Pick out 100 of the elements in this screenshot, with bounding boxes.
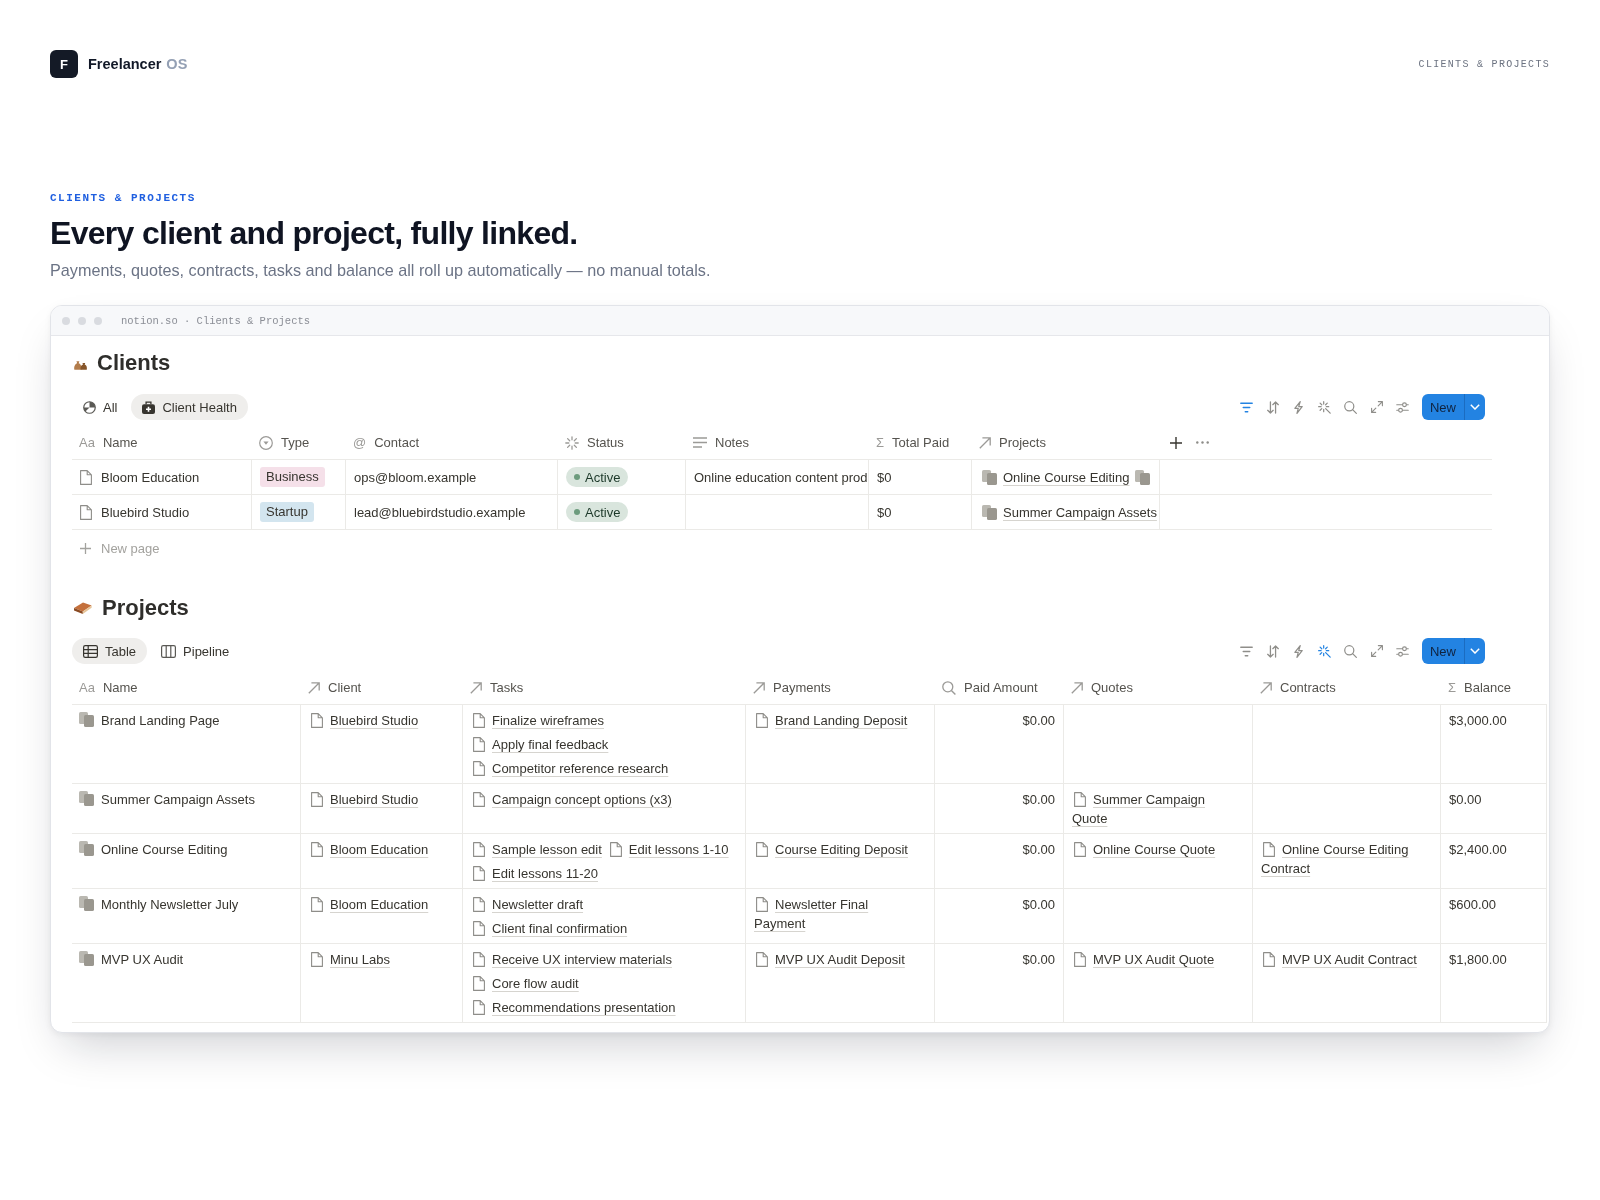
relation-link[interactable]: Bluebird Studio (309, 790, 419, 809)
relation-link[interactable]: Receive UX interview materials (471, 950, 672, 969)
relation-link[interactable]: Summer Campaign Quote (1072, 790, 1234, 828)
formula-value: $0 (877, 469, 892, 485)
column-header[interactable]: Notes (686, 426, 869, 459)
row-title[interactable]: Bluebird Studio (101, 504, 190, 520)
column-header[interactable]: Type (252, 426, 346, 459)
relation-link[interactable]: Summer Campaign Assets (980, 504, 1157, 520)
row-title[interactable]: MVP UX Audit (101, 952, 184, 967)
more-icon (1196, 441, 1209, 444)
column-header[interactable]: Projects (972, 426, 1160, 459)
view-tab[interactable]: Client Health (131, 394, 248, 420)
relation-link[interactable]: Finalize wireframes (471, 711, 604, 730)
relation-link[interactable]: MVP UX Audit Contract (1261, 950, 1417, 969)
column-header[interactable]: Σ Total Paid (869, 426, 972, 459)
rollup-value: $0.00 (1022, 713, 1055, 728)
relation-link[interactable]: Online Course Editing Contract (1261, 840, 1422, 878)
relation-link[interactable]: Newsletter draft (471, 895, 584, 914)
sigma-icon: Σ (876, 435, 885, 450)
status-label: Active (585, 504, 621, 520)
page-icon (1074, 792, 1086, 807)
formula-value: $0.00 (1449, 792, 1482, 807)
select-tag[interactable]: Startup (260, 502, 314, 522)
relation-link[interactable]: Sample lesson edit (471, 840, 602, 859)
page-icon (473, 921, 485, 936)
column-header[interactable]: Quotes (1064, 671, 1253, 704)
sigma-icon: Σ (1448, 680, 1457, 695)
relation-link[interactable]: Core flow audit (471, 974, 579, 993)
relation-link[interactable]: Brand Landing Deposit (754, 711, 908, 730)
page-icon (473, 842, 485, 857)
new-dropdown-button[interactable] (1464, 638, 1485, 664)
relation-link[interactable]: Online Course Quote (1072, 840, 1216, 859)
relation-link[interactable]: Competitor reference research (471, 759, 669, 778)
page-icon (473, 952, 485, 967)
relation-link[interactable]: Course Editing Deposit (754, 840, 908, 859)
arrow-up-right-icon (979, 436, 991, 449)
view-tab[interactable]: All (72, 394, 129, 420)
column-header[interactable]: Aa Name (72, 671, 301, 704)
column-header[interactable]: Client (301, 671, 463, 704)
row-title[interactable]: Bloom Education (101, 469, 200, 485)
brand-suffix: OS (166, 56, 188, 72)
page-icon (80, 504, 92, 520)
more-button[interactable] (1194, 439, 1211, 446)
relation-link[interactable]: MVP UX Audit Quote (1072, 950, 1215, 969)
relation-link[interactable]: Bluebird Studio (309, 711, 419, 730)
column-header[interactable]: @ Contact (346, 426, 558, 459)
relation-link[interactable]: Campaign concept options (x3) (471, 790, 672, 809)
select-tag[interactable]: Business (260, 467, 325, 487)
page-icon (473, 1000, 485, 1015)
relation-link[interactable]: Client final confirmation (471, 919, 628, 938)
page-icon (473, 737, 485, 752)
page-icon (473, 761, 485, 776)
column-header[interactable]: Tasks (463, 671, 746, 704)
page-icon (473, 897, 485, 912)
relation-link[interactable]: Bloom Education (309, 840, 429, 859)
page-icon (1074, 952, 1086, 967)
column-header[interactable]: Contracts (1253, 671, 1441, 704)
view-tab[interactable]: Table (72, 638, 148, 664)
row-title[interactable]: Monthly Newsletter July (101, 897, 239, 912)
arrow-up-right-icon (1260, 681, 1272, 694)
email-text: lead@bluebirdstudio.example (354, 504, 526, 520)
page-icon (756, 952, 768, 967)
plus-icon (1170, 436, 1182, 449)
row-title[interactable]: Brand Landing Page (101, 713, 220, 728)
new-dropdown-button[interactable] (1464, 394, 1485, 420)
column-header[interactable]: Status (558, 426, 686, 459)
relation-link[interactable]: MVP UX Audit Deposit (754, 950, 905, 969)
page-icon (609, 842, 622, 857)
column-header[interactable]: Payments (746, 671, 935, 704)
relation-link[interactable]: Edit lessons 1-10 (607, 840, 729, 859)
formula-value: $1,800.00 (1449, 952, 1507, 967)
add-column-button[interactable] (1168, 434, 1184, 451)
relation-link[interactable]: Newsletter Final Payment (754, 895, 916, 933)
relation-link[interactable]: Online Course Editing (980, 469, 1130, 485)
row-title[interactable]: Online Course Editing (101, 842, 228, 857)
chevron-down-icon (1470, 404, 1480, 410)
relation-link[interactable]: Bloom Education (309, 895, 429, 914)
new-button[interactable]: New (1422, 394, 1464, 420)
relation-link[interactable]: Recommendations presentation (471, 998, 676, 1017)
page-icon (1263, 952, 1275, 967)
pages-stack-icon (79, 841, 94, 856)
new-button[interactable]: New (1422, 638, 1464, 664)
pages-stack-icon (982, 469, 997, 485)
page-icon (756, 713, 768, 728)
relation-link[interactable]: Edit lessons 11-20 (471, 864, 598, 883)
page-icon (473, 866, 485, 881)
pages-stack-icon (79, 896, 94, 911)
column-header[interactable]: Σ Balance (1441, 671, 1547, 704)
row-title[interactable]: Summer Campaign Assets (101, 792, 255, 807)
status-pill[interactable]: Active (566, 467, 629, 487)
status-pill[interactable]: Active (566, 502, 629, 522)
formula-value: $2,400.00 (1449, 842, 1507, 857)
relation-link[interactable]: Minu Labs (309, 950, 390, 969)
columns-icon (161, 644, 177, 658)
column-header[interactable]: Aa Name (72, 426, 252, 459)
chevron-circle-icon (259, 435, 273, 450)
formula-value: $0 (877, 504, 892, 520)
relation-link[interactable]: Apply final feedback (471, 735, 609, 754)
view-tab[interactable]: Pipeline (150, 638, 241, 664)
column-header[interactable]: Paid Amount (935, 671, 1064, 704)
